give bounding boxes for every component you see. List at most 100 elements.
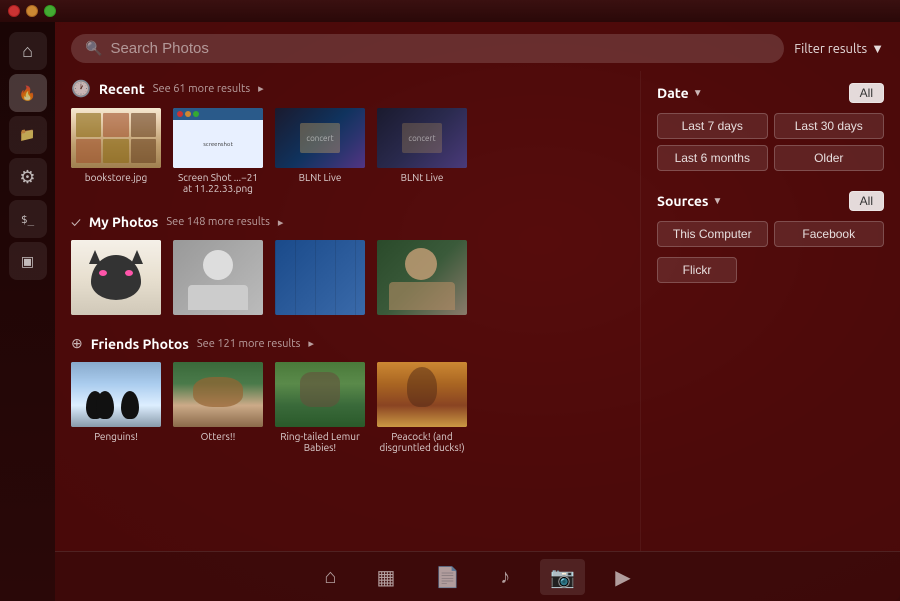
sidebar-icon-firefox[interactable]: 🔥	[9, 74, 47, 112]
sidebar-icon-workspace[interactable]: ▣	[9, 242, 47, 280]
sidebar-icon-home[interactable]: ⌂	[9, 32, 47, 70]
myphotos-title: My Photos	[89, 214, 159, 230]
myphotos-section: ✓ My Photos See 148 more results ▸	[71, 214, 624, 315]
thumb-lemur-img	[275, 362, 365, 427]
filter-flickr[interactable]: Flickr	[657, 257, 737, 283]
thumb-lemur-label: Ring-tailed Lemur Babies!	[275, 431, 365, 453]
outer-shell: ⌂ 🔥 📁 ⚙ $_ ▣ 🔍 Filter results ▼	[0, 0, 900, 601]
friendsphotos-section: ⊕ Friends Photos See 121 more results ▸	[71, 335, 624, 453]
sources-all-button[interactable]: All	[849, 191, 884, 211]
date-filter-header: Date ▼ All	[657, 83, 884, 103]
sources-filter-header: Sources ▼ All	[657, 191, 884, 211]
thumb-person-img	[173, 240, 263, 315]
filter-last7days[interactable]: Last 7 days	[657, 113, 768, 139]
filter-results-label: Filter results	[794, 42, 867, 56]
thumb-peacock[interactable]: Peacock! (and disgruntled ducks!)	[377, 362, 467, 453]
thumb-bookstore[interactable]: bookstore.jpg	[71, 108, 161, 194]
bottom-music-icon[interactable]: ♪	[490, 558, 520, 595]
bottom-home-icon[interactable]: ⌂	[314, 558, 346, 595]
filter-older[interactable]: Older	[774, 145, 885, 171]
close-button[interactable]	[8, 5, 20, 17]
thumb-person2-img	[377, 240, 467, 315]
thumb-screenshot[interactable]: screenshot Screen Shot ...−21 at 11.22.3…	[173, 108, 263, 194]
filter-panel: Date ▼ All Last 7 days Last 30 days Last…	[640, 71, 900, 551]
recent-thumbnails: bookstore.jpg screenshot	[71, 108, 624, 194]
myphotos-more-arrow: ▸	[278, 216, 284, 229]
sidebar-icon-files[interactable]: 📁	[9, 116, 47, 154]
bottom-files-icon[interactable]: 📄	[425, 559, 470, 595]
myphotos-more[interactable]: See 148 more results	[166, 216, 270, 228]
thumb-blnt2-img: concert	[377, 108, 467, 168]
friendsphotos-header: ⊕ Friends Photos See 121 more results ▸	[71, 335, 624, 352]
content-area: 🕐 Recent See 61 more results ▸	[55, 71, 900, 551]
myphotos-thumbnails	[71, 240, 624, 315]
bottom-bar: ⌂ ▦ 📄 ♪ 📷 ▶	[55, 551, 900, 601]
thumb-lemur[interactable]: Ring-tailed Lemur Babies!	[275, 362, 365, 453]
thumb-blnt1-img: concert	[275, 108, 365, 168]
sidebar-icon-settings[interactable]: ⚙	[9, 158, 47, 196]
thumb-blnt1[interactable]: concert BLNt Live	[275, 108, 365, 194]
date-filter-buttons: Last 7 days Last 30 days Last 6 months O…	[657, 113, 884, 171]
sources-filter-section: Sources ▼ All This Computer Facebook Fli…	[657, 191, 884, 283]
thumb-otters[interactable]: Otters!!	[173, 362, 263, 453]
search-input[interactable]	[110, 40, 770, 57]
myphotos-icon: ✓	[71, 214, 81, 230]
recent-title: Recent	[99, 81, 145, 97]
thumb-cat-img	[71, 240, 161, 315]
thumb-peacock-img	[377, 362, 467, 427]
maximize-button[interactable]	[44, 5, 56, 17]
results-panel: 🕐 Recent See 61 more results ▸	[55, 71, 640, 551]
search-bar: 🔍 Filter results ▼	[55, 22, 900, 71]
bottom-photos-icon[interactable]: 📷	[540, 559, 585, 595]
thumb-penguins-label: Penguins!	[94, 431, 138, 442]
sources-caret: ▼	[713, 195, 723, 207]
recent-icon: 🕐	[71, 79, 91, 98]
thumb-otters-label: Otters!!	[201, 431, 236, 442]
filter-facebook[interactable]: Facebook	[774, 221, 885, 247]
bottom-video-icon[interactable]: ▶	[605, 559, 640, 595]
recent-section: 🕐 Recent See 61 more results ▸	[71, 79, 624, 194]
friendsphotos-icon: ⊕	[71, 335, 83, 352]
filter-results-caret: ▼	[871, 41, 884, 56]
thumb-blnt2[interactable]: concert BLNt Live	[377, 108, 467, 194]
filter-results-button[interactable]: Filter results ▼	[794, 41, 884, 56]
date-caret: ▼	[693, 87, 703, 99]
bottom-apps-icon[interactable]: ▦	[366, 559, 405, 595]
thumb-cat[interactable]	[71, 240, 161, 315]
recent-header: 🕐 Recent See 61 more results ▸	[71, 79, 624, 98]
search-input-wrapper[interactable]: 🔍	[71, 34, 784, 63]
filter-this-computer[interactable]: This Computer	[657, 221, 768, 247]
search-icon: 🔍	[85, 40, 102, 57]
thumb-peacock-label: Peacock! (and disgruntled ducks!)	[377, 431, 467, 453]
date-filter-title: Date ▼	[657, 85, 703, 101]
friendsphotos-more[interactable]: See 121 more results	[197, 338, 301, 350]
sources-filter-title: Sources ▼	[657, 193, 722, 209]
thumb-blnt2-label: BLNt Live	[401, 172, 444, 183]
thumb-blue-img	[275, 240, 365, 315]
recent-more-arrow: ▸	[258, 82, 264, 95]
sources-flickr-row: Flickr	[657, 253, 884, 283]
filter-last6months[interactable]: Last 6 months	[657, 145, 768, 171]
recent-more[interactable]: See 61 more results	[153, 83, 250, 95]
thumb-penguins[interactable]: Penguins!	[71, 362, 161, 453]
main-content: 🔍 Filter results ▼ 🕐 Recent See 61 more …	[55, 22, 900, 601]
sidebar: ⌂ 🔥 📁 ⚙ $_ ▣	[0, 22, 55, 601]
thumb-person2[interactable]	[377, 240, 467, 315]
minimize-button[interactable]	[26, 5, 38, 17]
friendsphotos-title: Friends Photos	[91, 336, 189, 352]
friendsphotos-more-arrow: ▸	[308, 337, 314, 350]
date-all-button[interactable]: All	[849, 83, 884, 103]
sources-filter-buttons: This Computer Facebook	[657, 221, 884, 247]
thumb-bookstore-img	[71, 108, 161, 168]
titlebar	[0, 0, 900, 22]
thumb-blue-photo[interactable]	[275, 240, 365, 315]
filter-last30days[interactable]: Last 30 days	[774, 113, 885, 139]
thumb-screenshot-img: screenshot	[173, 108, 263, 168]
thumb-otters-img	[173, 362, 263, 427]
sidebar-icon-terminal[interactable]: $_	[9, 200, 47, 238]
date-filter-section: Date ▼ All Last 7 days Last 30 days Last…	[657, 83, 884, 171]
friendsphotos-thumbnails: Penguins! Otters!!	[71, 362, 624, 453]
thumb-penguins-img	[71, 362, 161, 427]
thumb-person[interactable]	[173, 240, 263, 315]
thumb-blnt1-label: BLNt Live	[299, 172, 342, 183]
